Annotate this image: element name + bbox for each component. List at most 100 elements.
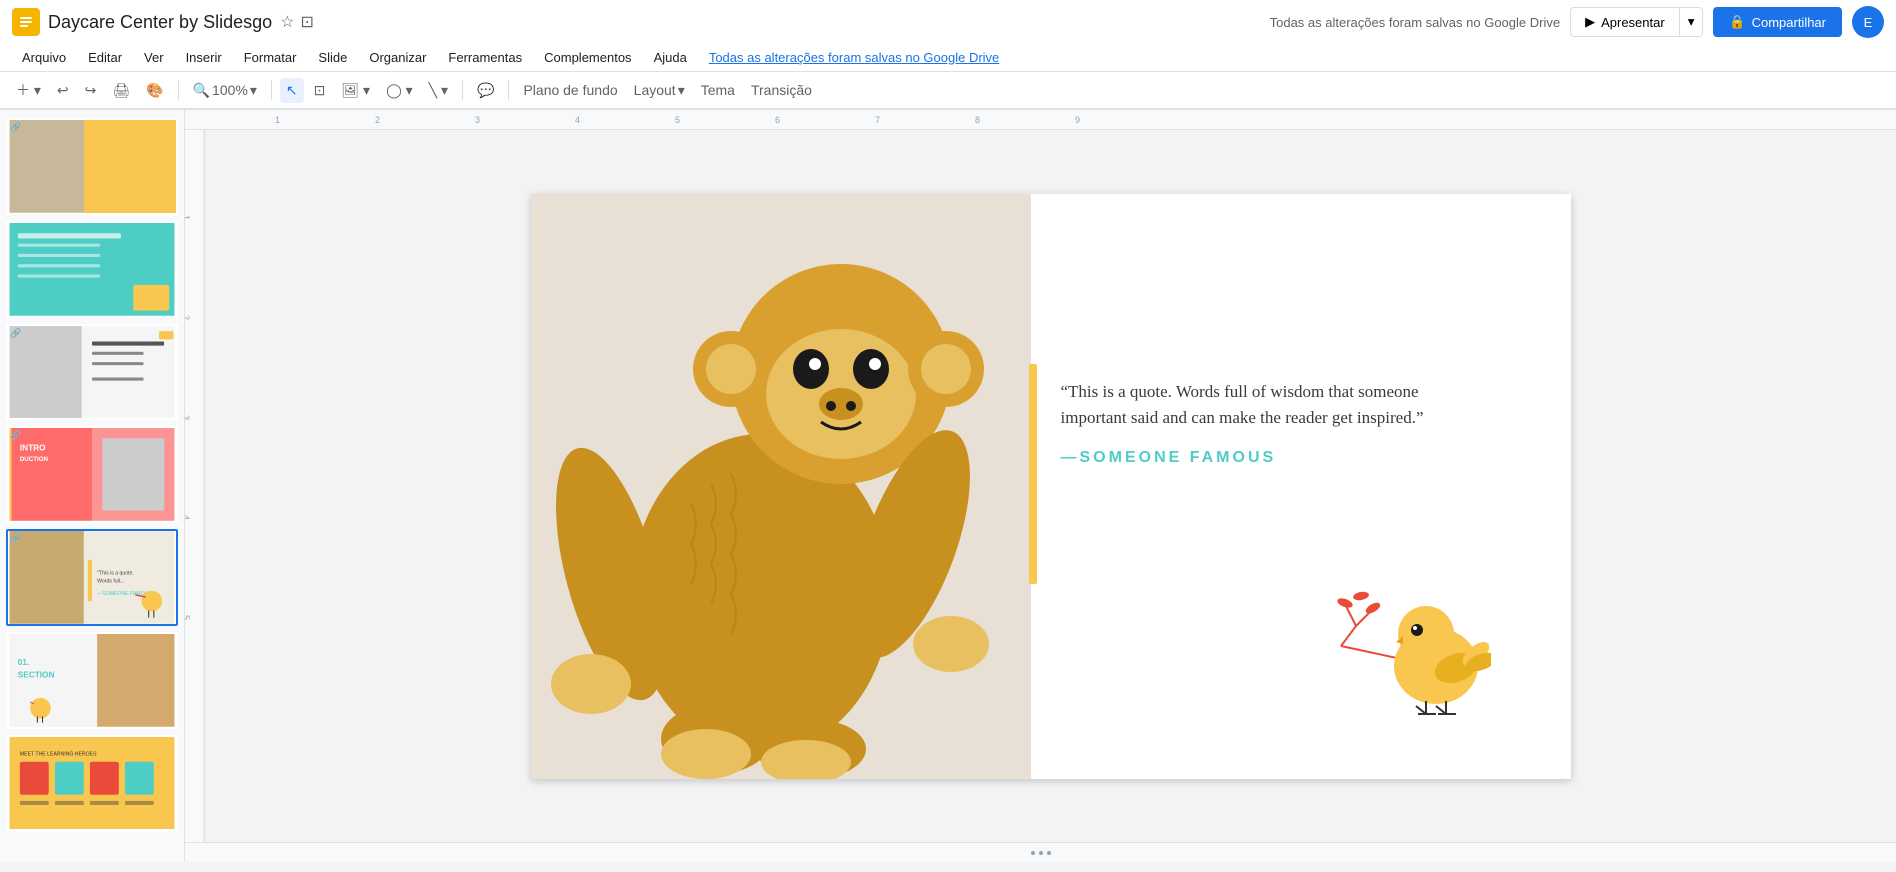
svg-text:MEET THE LEARNING HEROES: MEET THE LEARNING HEROES [20, 751, 97, 757]
slide-row-6: 6 01. SECTION [6, 632, 178, 729]
toolbar-separator-3 [462, 80, 463, 100]
paint-format-button[interactable]: 🎨 [140, 78, 169, 103]
svg-text:9: 9 [1075, 115, 1080, 125]
zoom-label: 100% [212, 82, 248, 98]
lock-icon: 🔒 [1729, 14, 1745, 30]
ruler-horizontal: 1 2 3 4 5 6 7 8 9 [185, 110, 1896, 130]
bottom-dots [1031, 851, 1051, 855]
svg-text:01.: 01. [18, 658, 29, 667]
menu-complementos[interactable]: Complementos [534, 46, 641, 69]
zoom-button[interactable]: 🔍 100% ▾ [187, 78, 263, 103]
slide-photo-monkey [531, 194, 1031, 779]
add-button[interactable]: ＋ ▾ [10, 76, 47, 104]
layout-dropdown-icon: ▾ [678, 82, 685, 99]
quote-text: “This is a quote. Words full of wisdom t… [1061, 379, 1431, 432]
slide-thumb-6[interactable]: 01. SECTION [6, 632, 178, 729]
bottom-bar [185, 842, 1896, 862]
menu-ajuda[interactable]: Ajuda [644, 46, 697, 69]
slide-thumb-4[interactable]: INTRO DUCTION 🔗 [6, 426, 178, 523]
theme-button[interactable]: Tema [695, 78, 741, 102]
autosave-link[interactable]: Todas as alterações foram salvas no Goog… [699, 46, 1009, 69]
share-button[interactable]: 🔒 Compartilhar [1713, 7, 1842, 37]
toolbar-separator-2 [271, 80, 272, 100]
svg-text:4: 4 [185, 515, 191, 520]
menu-ver[interactable]: Ver [134, 46, 174, 69]
ruler-vertical: 1 2 3 4 5 [185, 130, 205, 862]
print-button[interactable]: 🖨 [106, 78, 136, 103]
redo-button[interactable]: ↪ [79, 78, 103, 103]
svg-text:8: 8 [975, 115, 980, 125]
menu-formatar[interactable]: Formatar [234, 46, 307, 69]
slides-panel: 1 DAYCAR E CENTER 🔗 2 [0, 110, 185, 862]
quote-accent-bar [1029, 364, 1037, 584]
shape-button[interactable]: ◯ ▾ [380, 78, 419, 103]
slide-row-5: 5 "This is a quote. Words full... —SOMEO… [6, 529, 178, 626]
menu-editar[interactable]: Editar [78, 46, 132, 69]
svg-text:7: 7 [875, 115, 880, 125]
slide-row-4: 4 INTRO DUCTION 🔗 [6, 426, 178, 523]
menu-organizar[interactable]: Organizar [359, 46, 436, 69]
zoom-icon: 🔍 [193, 82, 210, 99]
image-button[interactable]: 🖼 ▾ [335, 78, 376, 103]
add-comment-button[interactable]: 💬 [471, 78, 500, 103]
svg-text:3: 3 [475, 115, 480, 125]
background-button[interactable]: Plano de fundo [517, 78, 623, 102]
present-button[interactable]: ▶ Apresentar [1570, 7, 1680, 37]
slide-thumb-5[interactable]: "This is a quote. Words full... —SOMEONE… [6, 529, 178, 626]
menu-arquivo[interactable]: Arquivo [12, 46, 76, 69]
slide-container[interactable]: “This is a quote. Words full of wisdom t… [205, 130, 1896, 842]
svg-text:6: 6 [775, 115, 780, 125]
present-dropdown-button[interactable]: ▾ [1680, 7, 1704, 37]
slide-thumb-7[interactable]: MEET THE LEARNING HEROES [6, 735, 178, 832]
svg-text:SECTION: SECTION [18, 670, 55, 679]
layout-button[interactable]: Layout ▾ [628, 78, 691, 103]
svg-text:4: 4 [575, 115, 580, 125]
svg-text:5: 5 [185, 615, 191, 620]
dot-1 [1031, 851, 1035, 855]
menu-inserir[interactable]: Inserir [176, 46, 232, 69]
svg-text:2: 2 [185, 315, 191, 320]
quote-text-block[interactable]: “This is a quote. Words full of wisdom t… [1061, 379, 1431, 468]
select-tool-button[interactable]: ↖ [280, 78, 304, 103]
slide-row-3: 3 🔗 [6, 324, 178, 421]
title-action-icons: ☆ ⊡ [280, 12, 314, 32]
svg-text:1: 1 [185, 215, 191, 220]
line-button[interactable]: ╲ ▾ [423, 78, 454, 103]
svg-text:DUCTION: DUCTION [20, 456, 49, 463]
app-icon [12, 8, 40, 36]
slide-row-1: 1 DAYCAR E CENTER 🔗 [6, 118, 178, 215]
svg-text:"This is a quote.: "This is a quote. [97, 570, 134, 576]
svg-text:5: 5 [675, 115, 680, 125]
toolbar-separator-1 [178, 80, 179, 100]
dot-3 [1047, 851, 1051, 855]
svg-text:INTRO: INTRO [20, 444, 46, 453]
present-icon: ▶ [1585, 14, 1595, 30]
undo-button[interactable]: ↩ [51, 78, 75, 103]
transition-button[interactable]: Transição [745, 78, 818, 102]
slide-thumb-2[interactable] [6, 221, 178, 318]
document-title[interactable]: Daycare Center by Slidesgo [48, 12, 272, 33]
menu-ferramentas[interactable]: Ferramentas [438, 46, 532, 69]
canvas-area: 1 2 3 4 5 6 7 8 9 1 2 3 4 5 [185, 110, 1896, 862]
svg-text:CENTER: CENTER [94, 159, 132, 169]
svg-text:2: 2 [375, 115, 380, 125]
current-slide[interactable]: “This is a quote. Words full of wisdom t… [531, 194, 1571, 779]
chick-illustration [1331, 586, 1491, 719]
svg-text:E: E [94, 147, 100, 157]
menu-slide[interactable]: Slide [308, 46, 357, 69]
star-icon[interactable]: ☆ [280, 12, 294, 32]
user-avatar[interactable]: E [1852, 6, 1884, 38]
zoom-dropdown-icon: ▾ [250, 82, 257, 99]
slide-row-2: 2 [6, 221, 178, 318]
autosave-status: Todas as alterações foram salvas no Goog… [1270, 15, 1560, 30]
svg-text:1: 1 [275, 115, 280, 125]
textbox-button[interactable]: ⊡ [308, 78, 332, 103]
dot-2 [1039, 851, 1043, 855]
slide-row-7: 7 MEET THE LEARNING HEROES [6, 735, 178, 832]
svg-text:DAYCAR: DAYCAR [94, 135, 133, 145]
svg-text:Words full...: Words full... [97, 579, 124, 585]
slide-thumb-3[interactable]: 🔗 [6, 324, 178, 421]
slide-thumb-1[interactable]: DAYCAR E CENTER 🔗 [6, 118, 178, 215]
folder-icon[interactable]: ⊡ [300, 12, 313, 32]
quote-author: —SOMEONE FAMOUS [1061, 449, 1431, 467]
